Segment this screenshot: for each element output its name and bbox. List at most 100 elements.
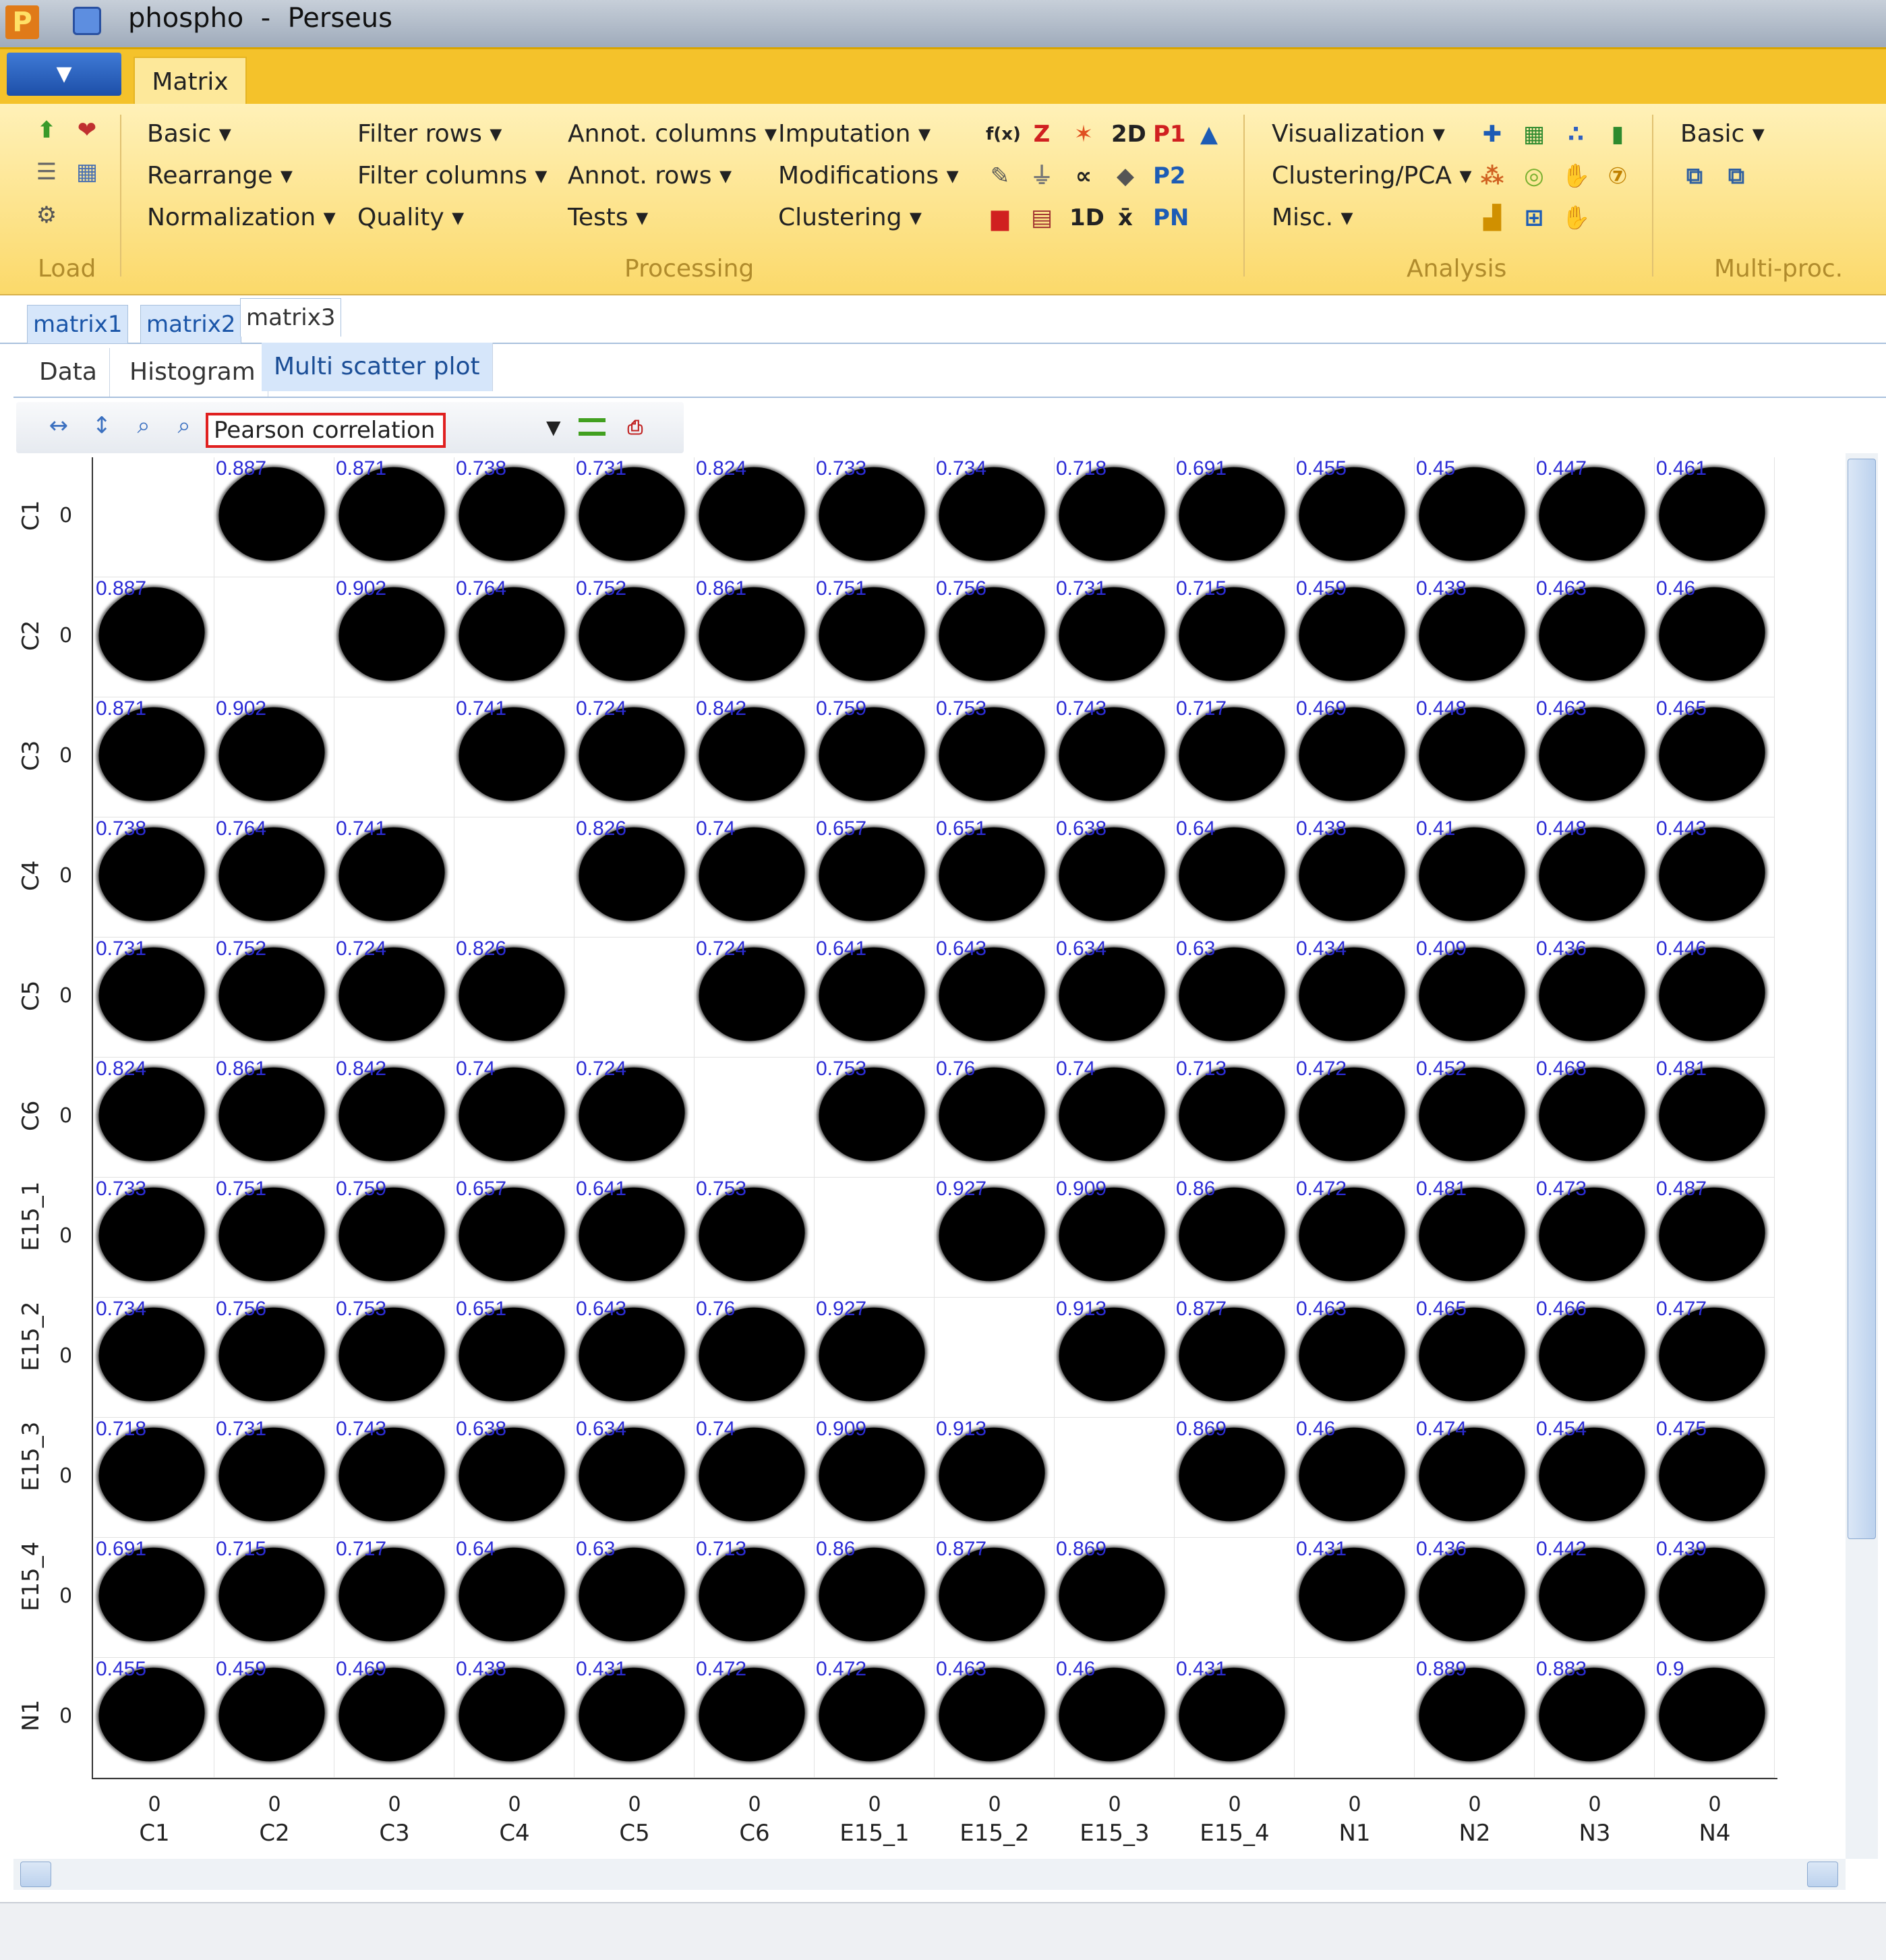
scatter-cell[interactable] xyxy=(454,817,574,938)
scatter-cell[interactable]: 0.824 xyxy=(73,1053,230,1178)
menu-clustering-pca[interactable]: Clustering/PCA ▾ xyxy=(1272,162,1472,190)
scatter-cell[interactable]: 0.657 xyxy=(794,813,950,938)
scatter-cell[interactable]: 0.889 xyxy=(1394,1653,1550,1778)
tab-histogram[interactable]: Histogram xyxy=(117,348,268,397)
scatter-cell[interactable]: 0.731 xyxy=(73,933,230,1058)
scatter-cell[interactable]: 0.751 xyxy=(794,573,950,697)
scatter-cell[interactable]: 0.733 xyxy=(73,1173,230,1298)
scatter-cell[interactable]: 0.463 xyxy=(914,1653,1070,1778)
scatter-cell[interactable]: 0.465 xyxy=(1394,1293,1550,1418)
scatter-cell[interactable]: 0.756 xyxy=(194,1293,350,1418)
scatter-cell[interactable]: 0.842 xyxy=(674,693,830,817)
vertical-scroll-thumb[interactable] xyxy=(1848,459,1876,1539)
scatter-cell[interactable]: 0.743 xyxy=(314,1413,470,1538)
scatter-cell[interactable]: 0.443 xyxy=(1634,813,1790,938)
menu-imputation[interactable]: Imputation ▾ xyxy=(778,120,931,148)
menu-visualization[interactable]: Visualization ▾ xyxy=(1272,120,1445,148)
scatter-cell[interactable]: 0.409 xyxy=(1394,933,1550,1058)
scatter-cell[interactable]: 0.651 xyxy=(914,813,1070,938)
scatter-cell[interactable]: 0.45 xyxy=(1394,453,1550,577)
scatter-cell[interactable]: 0.718 xyxy=(73,1413,230,1538)
scatter-cell[interactable]: 0.724 xyxy=(314,933,470,1058)
scatter-cell[interactable]: 0.713 xyxy=(674,1533,830,1658)
scatter-cell[interactable]: 0.46 xyxy=(1274,1413,1430,1538)
menu-tests[interactable]: Tests ▾ xyxy=(568,204,648,231)
scatter-cell[interactable]: 0.447 xyxy=(1514,453,1670,577)
menu-rearrange[interactable]: Rearrange ▾ xyxy=(147,162,293,190)
scatter-cell[interactable]: 0.715 xyxy=(1154,573,1310,697)
application-menu-button[interactable]: ▼ xyxy=(7,53,121,96)
menu-annot-rows[interactable]: Annot. rows ▾ xyxy=(568,162,732,190)
fit-height-icon[interactable]: ↕ xyxy=(88,411,116,440)
pn-icon[interactable]: PN xyxy=(1153,204,1189,232)
scatter-cell[interactable]: 0.718 xyxy=(1034,453,1190,577)
scatter-icon[interactable]: ∴ xyxy=(1562,120,1590,148)
scatter-cell[interactable]: 0.46 xyxy=(1634,573,1790,697)
menu-filter-columns[interactable]: Filter columns ▾ xyxy=(357,162,547,190)
scatter-cell[interactable] xyxy=(574,938,695,1058)
scatter-cell[interactable]: 0.743 xyxy=(1034,693,1190,817)
tab-multi-scatter-plot[interactable]: Multi scatter plot xyxy=(262,343,493,391)
scatter-cell[interactable]: 0.452 xyxy=(1394,1053,1550,1178)
scatter-cell[interactable]: 0.465 xyxy=(1634,693,1790,817)
scatter-cell[interactable]: 0.713 xyxy=(1154,1053,1310,1178)
menu-clustering[interactable]: Clustering ▾ xyxy=(778,204,922,231)
scatter-cell[interactable] xyxy=(1295,1658,1415,1778)
scatter-cell[interactable]: 0.487 xyxy=(1634,1173,1790,1298)
scatter-cell[interactable]: 0.724 xyxy=(554,1053,710,1178)
grid-icon[interactable]: ▦ xyxy=(1520,120,1548,148)
menu-filter-rows[interactable]: Filter rows ▾ xyxy=(357,120,502,148)
menu-quality[interactable]: Quality ▾ xyxy=(357,204,464,231)
network-icon[interactable]: ⁂ xyxy=(1478,162,1506,190)
scatter-cell[interactable]: 0.454 xyxy=(1514,1413,1670,1538)
scatter-cell[interactable]: 0.64 xyxy=(1154,813,1310,938)
scatter-cell[interactable]: 0.641 xyxy=(554,1173,710,1298)
scatter-cell[interactable]: 0.431 xyxy=(1274,1533,1430,1658)
scatter-cell[interactable]: 0.724 xyxy=(554,693,710,817)
scatter-cell[interactable]: 0.883 xyxy=(1514,1653,1670,1778)
scatter-cell[interactable]: 0.477 xyxy=(1634,1293,1790,1418)
scatter-cell[interactable]: 0.753 xyxy=(794,1053,950,1178)
scatter-cell[interactable]: 0.463 xyxy=(1514,573,1670,697)
scatter-cell[interactable] xyxy=(815,1178,935,1298)
chevron-down-icon[interactable]: ▼ xyxy=(546,413,561,442)
menu-multiproc-basic[interactable]: Basic ▾ xyxy=(1680,120,1765,148)
mean-icon[interactable]: x̄ xyxy=(1111,204,1140,232)
scatter-cell[interactable]: 0.902 xyxy=(314,573,470,697)
scatter-cell[interactable]: 0.481 xyxy=(1394,1173,1550,1298)
scatter-cell[interactable]: 0.455 xyxy=(73,1653,230,1778)
peak-icon[interactable]: ▲ xyxy=(1195,120,1223,148)
scatter-cell[interactable]: 0.463 xyxy=(1274,1293,1430,1418)
scatter-cell[interactable]: 0.643 xyxy=(914,933,1070,1058)
scatter-cell[interactable]: 0.638 xyxy=(1034,813,1190,938)
tab-matrix[interactable]: Matrix xyxy=(134,57,247,107)
scatter-cell[interactable]: 0.436 xyxy=(1394,1533,1550,1658)
scatter-cell[interactable]: 0.446 xyxy=(1634,933,1790,1058)
scatter-cell[interactable]: 0.731 xyxy=(194,1413,350,1538)
scatter-cell[interactable]: 0.431 xyxy=(1154,1653,1310,1778)
scatter-cell[interactable]: 0.734 xyxy=(914,453,1070,577)
toolbox-icon[interactable]: ◆ xyxy=(1111,162,1140,190)
scatter-cell[interactable]: 0.643 xyxy=(554,1293,710,1418)
load-table-icon[interactable]: ▦ xyxy=(73,158,101,186)
scatter-cell[interactable]: 0.438 xyxy=(1274,813,1430,938)
scatter-cell[interactable]: 0.448 xyxy=(1394,693,1550,817)
scatter-cell[interactable]: 0.634 xyxy=(554,1413,710,1538)
proportional-icon[interactable]: ∝ xyxy=(1069,162,1098,190)
scatter-cell[interactable]: 0.927 xyxy=(794,1293,950,1418)
hand-chart-icon[interactable]: ✋ xyxy=(1562,162,1590,190)
1d-icon[interactable]: 1D xyxy=(1069,204,1104,232)
scatter-cell[interactable]: 0.63 xyxy=(1154,933,1310,1058)
scatter-cell[interactable]: 0.887 xyxy=(73,573,230,697)
scatter-cell[interactable]: 0.41 xyxy=(1394,813,1550,938)
scatter-cell[interactable]: 0.752 xyxy=(554,573,710,697)
bar-chart-icon[interactable]: ▮ xyxy=(1603,120,1632,148)
scatter-cell[interactable]: 0.436 xyxy=(1514,933,1670,1058)
scatter-cell[interactable]: 0.842 xyxy=(314,1053,470,1178)
scatter-cell[interactable]: 0.74 xyxy=(674,813,830,938)
fox-icon[interactable]: ✶ xyxy=(1069,120,1098,148)
scatter-cell[interactable]: 0.472 xyxy=(1274,1053,1430,1178)
scatter-cell[interactable]: 0.438 xyxy=(1394,573,1550,697)
scatter-cell[interactable]: 0.731 xyxy=(554,453,710,577)
scatter-cell[interactable]: 0.74 xyxy=(1034,1053,1190,1178)
